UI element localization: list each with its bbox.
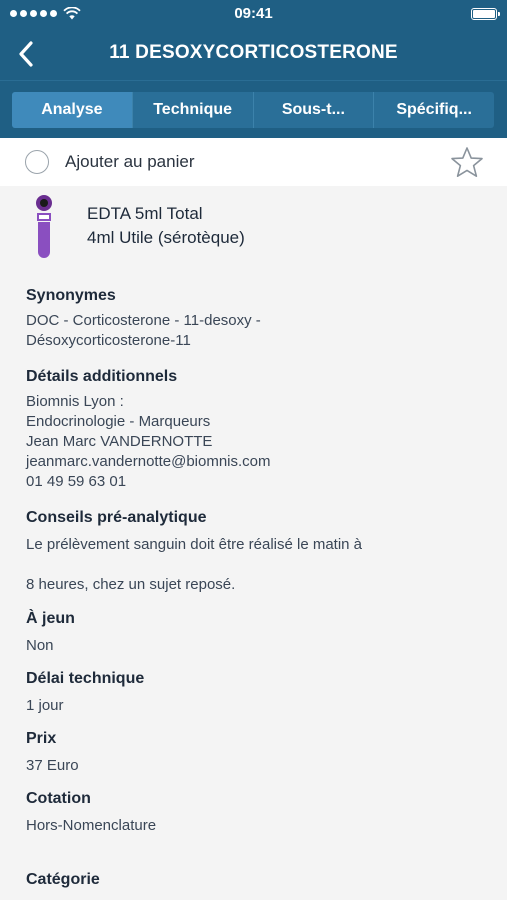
tab-sous-traitance[interactable]: Sous-t... xyxy=(254,92,375,128)
prix-section: Prix 37 Euro xyxy=(26,730,486,776)
categorie-section: Catégorie xyxy=(26,871,486,889)
details-section: Détails additionnels Biomnis Lyon : Endo… xyxy=(26,368,486,492)
details-email[interactable]: jeanmarc.vandernotte@biomnis.com xyxy=(26,452,486,472)
chevron-left-icon xyxy=(19,41,33,67)
delai-value: 1 jour xyxy=(26,697,64,714)
add-to-cart-radio[interactable] xyxy=(25,150,49,174)
section-title: Délai technique xyxy=(26,670,145,687)
synonymes-section: Synonymes DOC - Corticosterone - 11-deso… xyxy=(26,287,486,351)
tab-bar-container: Analyse Technique Sous-t... Spécifiq... xyxy=(0,80,507,138)
test-tube-icon xyxy=(36,195,52,258)
cotation-section: Cotation Hors-Nomenclature xyxy=(26,790,486,836)
synonymes-text: DOC - Corticosterone - 11-desoxy - Désox… xyxy=(26,311,486,351)
status-time: 09:41 xyxy=(234,5,273,22)
conseils-text-line2: 8 heures, chez un sujet reposé. xyxy=(26,576,236,593)
add-to-cart-label: Ajouter au panier xyxy=(65,152,195,171)
section-title: Détails additionnels xyxy=(26,368,178,385)
details-line: Jean Marc VANDERNOTTE xyxy=(26,433,213,450)
delai-section: Délai technique 1 jour xyxy=(26,670,486,716)
add-to-cart-row[interactable]: Ajouter au panier xyxy=(0,138,507,186)
tube-description: EDTA 5ml Total 4ml Utile (sérotèque) xyxy=(87,202,245,250)
tube-volume-total: EDTA 5ml Total xyxy=(87,204,203,223)
back-button[interactable] xyxy=(8,36,44,72)
jeun-section: À jeun Non xyxy=(26,610,486,656)
conseils-text-line1: Le prélèvement sanguin doit être réalisé… xyxy=(26,536,363,553)
synonym-line: Désoxycorticosterone-11 xyxy=(26,332,191,349)
page-title: 11 DESOXYCORTICOSTERONE xyxy=(109,42,398,63)
details-line: Biomnis Lyon : xyxy=(26,393,124,410)
details-phone[interactable]: 01 49 59 63 01 xyxy=(26,472,486,492)
section-title: Cotation xyxy=(26,790,91,807)
details-text: Biomnis Lyon : Endocrinologie - Marqueur… xyxy=(26,392,486,492)
section-title: Catégorie xyxy=(26,871,100,888)
tab-analyse[interactable]: Analyse xyxy=(12,92,133,128)
section-title: Conseils pré-analytique xyxy=(26,509,207,526)
status-bar: 09:41 xyxy=(0,0,507,28)
battery-icon xyxy=(471,8,500,20)
segmented-tabs: Analyse Technique Sous-t... Spécifiq... xyxy=(12,92,494,128)
favorite-star-icon[interactable] xyxy=(450,146,484,178)
section-title: À jeun xyxy=(26,610,75,627)
tube-volume-useful: 4ml Utile (sérotèque) xyxy=(87,228,245,247)
prix-value: 37 Euro xyxy=(26,757,79,774)
tab-technique[interactable]: Technique xyxy=(133,92,254,128)
conseils-section: Conseils pré-analytique Le prélèvement s… xyxy=(26,509,486,595)
cotation-value: Hors-Nomenclature xyxy=(26,817,157,834)
jeun-value: Non xyxy=(26,637,54,654)
navigation-bar: 11 DESOXYCORTICOSTERONE xyxy=(0,28,507,80)
sample-tube-block: EDTA 5ml Total 4ml Utile (sérotèque) xyxy=(0,186,507,266)
details-line: Endocrinologie - Marqueurs xyxy=(26,413,211,430)
synonym-line: DOC - Corticosterone - 11-desoxy - xyxy=(26,312,261,329)
section-title: Synonymes xyxy=(26,287,116,304)
tab-specificites[interactable]: Spécifiq... xyxy=(374,92,494,128)
section-title: Prix xyxy=(26,730,57,747)
